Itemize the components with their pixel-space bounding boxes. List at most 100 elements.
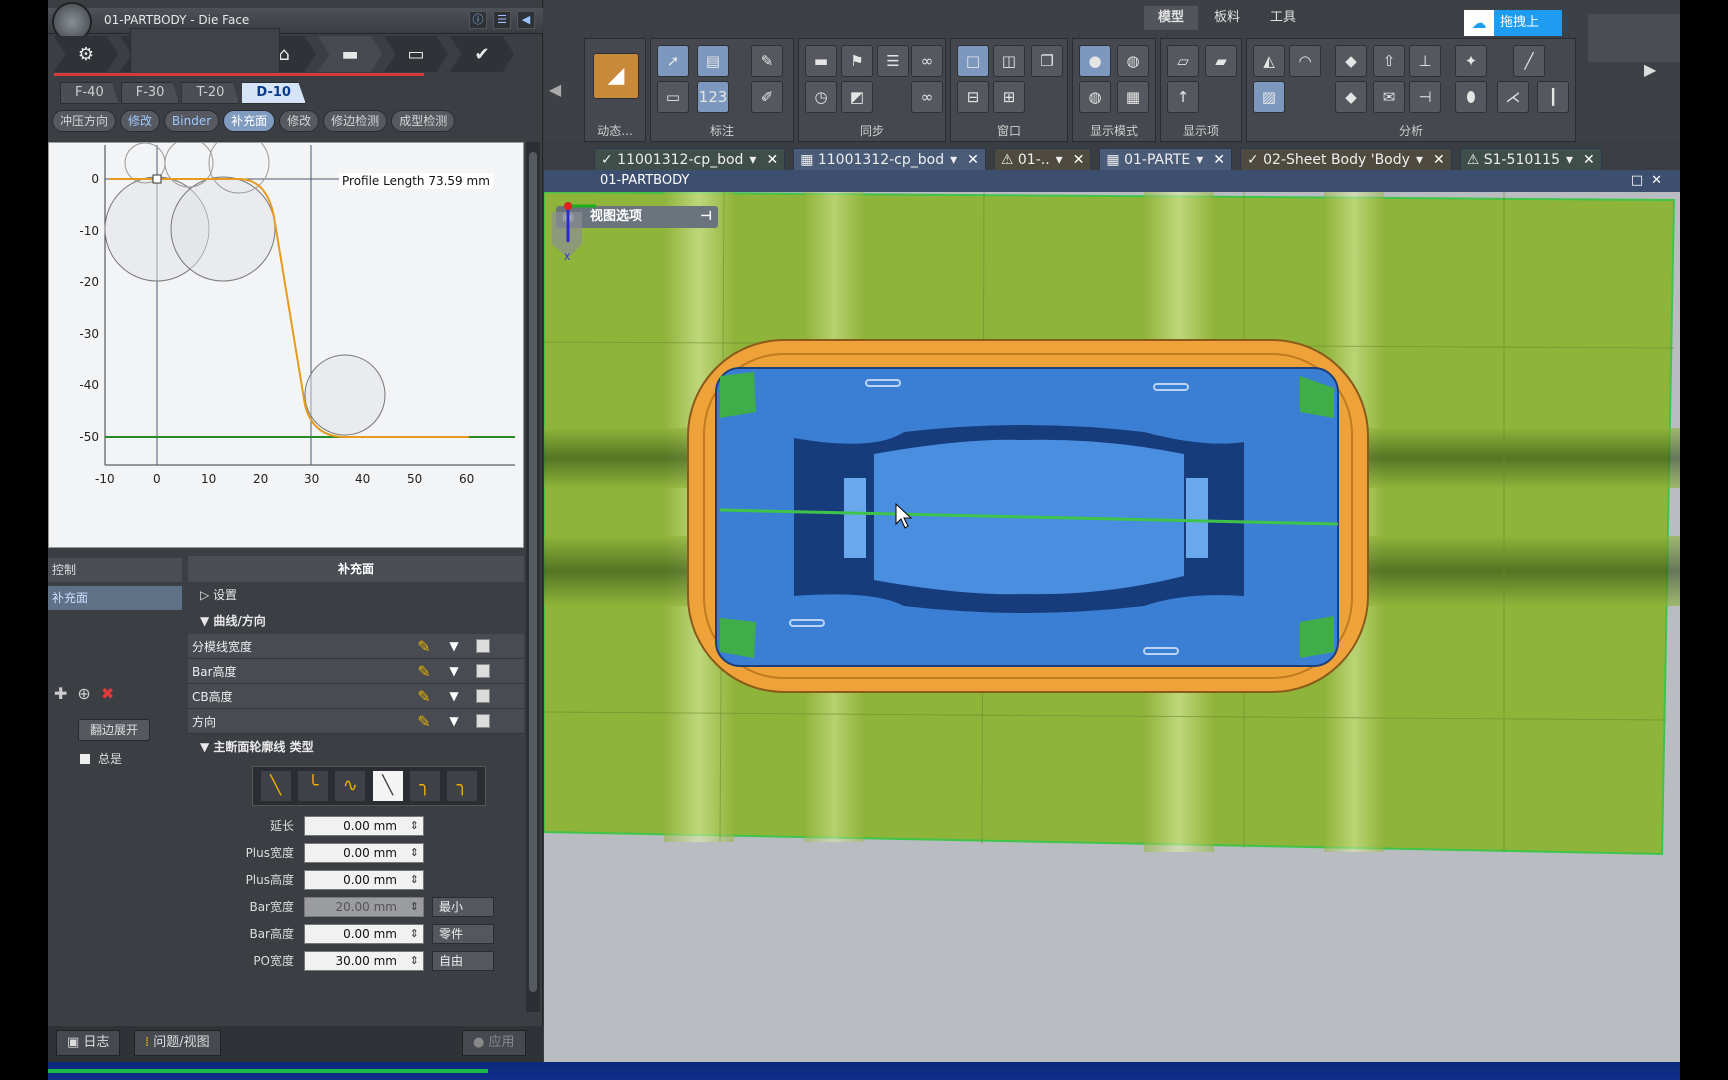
analysis-surface-icon[interactable]: ◭: [1253, 45, 1285, 77]
mode-select[interactable]: 零件: [432, 923, 494, 944]
pin-icon[interactable]: ⊣: [700, 206, 712, 228]
3d-viewport[interactable]: ◉ 视图选项 ⊣ X: [544, 192, 1680, 1066]
analysis-ellipse-icon[interactable]: ⬮: [1455, 81, 1487, 113]
always-checkbox[interactable]: [80, 753, 90, 764]
quad-view-icon[interactable]: ⊞: [993, 81, 1025, 113]
curve-direction-section[interactable]: ▼ 曲线/方向: [188, 608, 524, 634]
always-option[interactable]: 总是: [80, 750, 122, 767]
prop-checkbox[interactable]: [476, 664, 490, 678]
mesh-sphere-icon[interactable]: ◍: [1079, 81, 1111, 113]
shape-hook-icon[interactable]: ╮: [409, 771, 440, 801]
chip-addendum[interactable]: 补充面: [223, 110, 276, 132]
chip-modify[interactable]: 修改: [120, 110, 161, 132]
analysis-curve-icon[interactable]: ◠: [1289, 45, 1321, 77]
camera-icon[interactable]: ▬: [805, 45, 837, 77]
doc-tab[interactable]: ⚠ S1-510115 ▾ ✕: [1459, 148, 1602, 172]
box-display-icon[interactable]: ▦: [1117, 81, 1149, 113]
dropdown-icon[interactable]: ▾: [749, 149, 756, 171]
select-icon[interactable]: ➚: [657, 45, 689, 77]
pencil-icon[interactable]: ✎: [404, 662, 444, 681]
num-field[interactable]: 30.00 mm: [304, 950, 424, 971]
close-icon[interactable]: ✕: [1073, 149, 1085, 171]
label-icon[interactable]: ▭: [657, 81, 689, 113]
scrollbar-thumb[interactable]: [529, 152, 537, 992]
shape-s-curve-icon[interactable]: ∿: [335, 771, 366, 801]
dropdown-icon[interactable]: ▾: [1566, 149, 1573, 171]
tab-t-20[interactable]: T-20: [181, 82, 240, 104]
flange-unfold-button[interactable]: 翻边展开: [78, 719, 150, 741]
dropdown-icon[interactable]: ▼: [444, 664, 464, 678]
analysis-section-icon[interactable]: ⊣: [1409, 81, 1441, 113]
close-icon[interactable]: ✕: [766, 149, 778, 171]
control-item-addendum[interactable]: 补充面: [48, 586, 182, 610]
chip-trim-check[interactable]: 修边检测: [323, 110, 388, 132]
analysis-plane-icon[interactable]: ◆: [1335, 45, 1367, 77]
doc-tab[interactable]: ▦ 01-PARTE ▾ ✕: [1099, 148, 1232, 172]
checklist-icon[interactable]: ☰: [493, 11, 511, 29]
mode-select[interactable]: 最小: [432, 896, 494, 917]
ribbon-tab-model[interactable]: 模型: [1144, 6, 1199, 30]
horizontal-split-icon[interactable]: ⊟: [957, 81, 989, 113]
shape-step-icon[interactable]: ╰: [297, 771, 328, 801]
pencil-icon[interactable]: ✎: [404, 687, 444, 706]
annotate-icon[interactable]: ✎: [751, 45, 783, 77]
analysis-star-icon[interactable]: ✦: [1455, 45, 1487, 77]
unlink-icon[interactable]: ∞: [911, 81, 943, 113]
pencil-icon[interactable]: ✎: [404, 712, 444, 731]
close-icon[interactable]: ✕: [967, 149, 979, 171]
step-press-icon[interactable]: ⚙: [54, 36, 118, 72]
info-icon[interactable]: ⓘ: [469, 11, 487, 29]
chip-binder[interactable]: Binder: [164, 110, 220, 132]
step-check-icon[interactable]: ✔: [450, 36, 514, 72]
chip-press-direction[interactable]: 冲压方向: [52, 110, 117, 132]
chip-form-check[interactable]: 成型检测: [391, 110, 456, 132]
dropdown-icon[interactable]: ▾: [1416, 149, 1423, 171]
mode-select[interactable]: 自由: [432, 950, 494, 971]
doc-tab[interactable]: ✓ 02-Sheet Body 'Body ▾ ✕: [1239, 148, 1452, 172]
axis-icon[interactable]: ↑: [1167, 81, 1199, 113]
label-flag-icon[interactable]: ⚑: [841, 45, 873, 77]
close-icon[interactable]: ✕: [1213, 149, 1225, 171]
prop-checkbox[interactable]: [476, 714, 490, 728]
dropdown-icon[interactable]: ▼: [444, 689, 464, 703]
orientation-triad[interactable]: X: [544, 192, 604, 262]
shape-hook-2-icon[interactable]: ╮: [447, 771, 478, 801]
profile-graph[interactable]: -10 0 10 20 30 40 50 60 0 -10 -20 -30 -4…: [48, 142, 524, 548]
link-icon[interactable]: ∞: [911, 45, 943, 77]
close-icon[interactable]: ✕: [1433, 149, 1445, 171]
analysis-arrow-icon[interactable]: ⇧: [1373, 45, 1405, 77]
pencil-icon[interactable]: ✎: [404, 637, 444, 656]
shaded-sphere-icon[interactable]: ●: [1079, 45, 1111, 77]
add-curve-icon[interactable]: ✚: [54, 684, 67, 703]
collapse-icon[interactable]: ◀: [517, 11, 535, 29]
shape-selected-icon[interactable]: ╲: [372, 771, 403, 801]
dropdown-icon[interactable]: ▾: [1056, 149, 1063, 171]
prop-row[interactable]: CB高度 ✎ ▼: [188, 684, 524, 709]
sheet-icon[interactable]: ▱: [1167, 45, 1199, 77]
num-field[interactable]: 0.00 mm: [304, 815, 424, 836]
tab-d-10[interactable]: D-10: [241, 82, 306, 104]
step-die-face-icon[interactable]: ▬: [318, 36, 382, 72]
settings-section[interactable]: ▷ 设置: [188, 582, 524, 608]
close-icon[interactable]: ✕: [1583, 149, 1595, 171]
dropdown-icon[interactable]: ▾: [950, 149, 957, 171]
cloud-icon[interactable]: ☁: [1464, 10, 1494, 36]
prop-row[interactable]: 分模线宽度 ✎ ▼: [188, 634, 524, 659]
brush-icon[interactable]: ✐: [751, 81, 783, 113]
dropdown-icon[interactable]: ▼: [444, 639, 464, 653]
add-point-icon[interactable]: ⊕: [77, 684, 90, 703]
doc-tab[interactable]: ⚠ 01-.. ▾ ✕: [993, 148, 1092, 172]
ribbon-scroll-right-icon[interactable]: ▶: [1644, 60, 1656, 79]
prop-checkbox[interactable]: [476, 639, 490, 653]
tab-f-40[interactable]: F-40: [60, 82, 119, 104]
analysis-mail-icon[interactable]: ✉: [1373, 81, 1405, 113]
single-view-icon[interactable]: □: [957, 45, 989, 77]
analysis-flat-icon[interactable]: ◆: [1335, 81, 1367, 113]
log-button[interactable]: ▣ 日志: [56, 1030, 121, 1056]
analysis-draft-icon[interactable]: ⋌: [1497, 81, 1529, 113]
ribbon-tab-sheet[interactable]: 板料: [1200, 6, 1254, 30]
apply-button[interactable]: ● 应用: [462, 1030, 526, 1056]
cloud-upload-button[interactable]: 拖拽上: [1494, 10, 1562, 36]
sheet-stack-icon[interactable]: ▰: [1205, 45, 1237, 77]
doc-tab[interactable]: ✓ 11001312-cp_bod ▾ ✕: [594, 148, 786, 172]
